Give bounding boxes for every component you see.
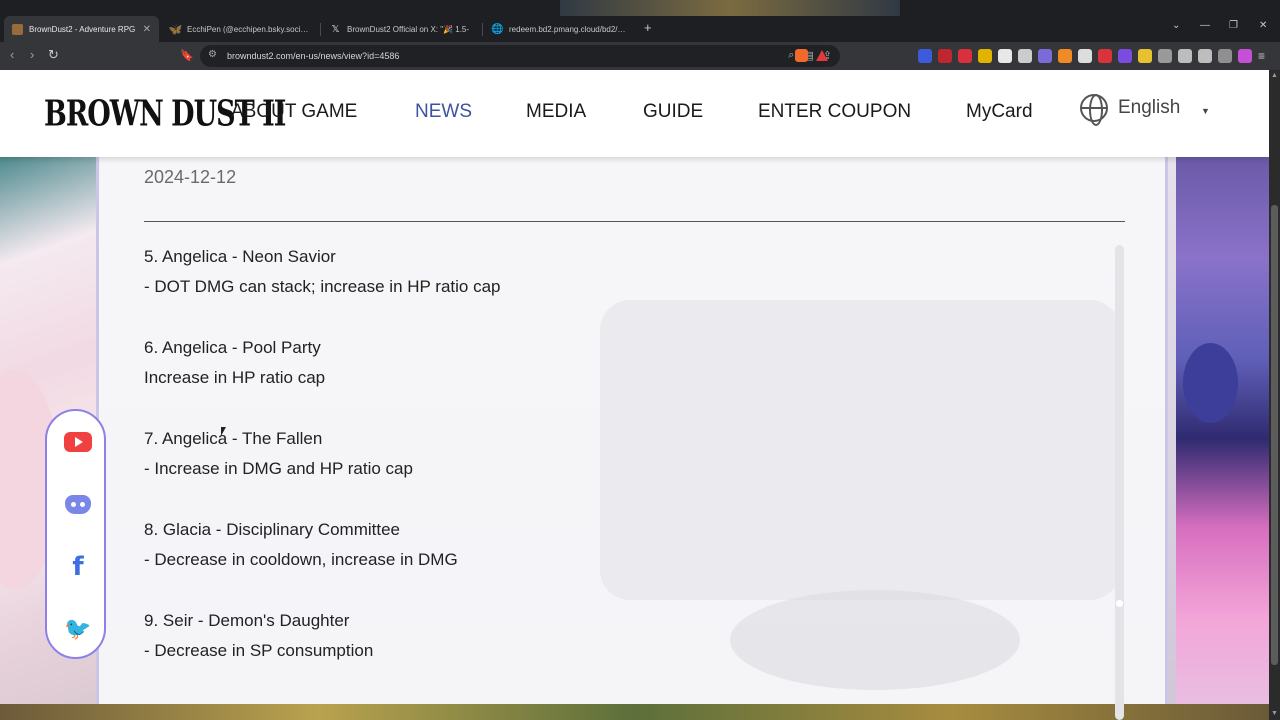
extension-icon[interactable] <box>1038 49 1052 63</box>
wallet-icon[interactable] <box>1198 49 1212 63</box>
background-art-right <box>1176 157 1269 720</box>
site-header: BROWN DUST II ABOUT GAME NEWS MEDIA GUID… <box>0 70 1269 157</box>
brave-rewards-icon[interactable] <box>816 50 828 61</box>
extension-icon[interactable] <box>1078 49 1092 63</box>
mouse-cursor-icon <box>221 427 226 436</box>
leo-icon[interactable] <box>1218 49 1232 63</box>
new-tab-button[interactable]: + <box>644 20 652 35</box>
youtube-link[interactable] <box>64 428 92 456</box>
tab-ecchipen[interactable]: 🦋 EcchiPen (@ecchipen.bsky.social) — <box>162 16 317 42</box>
article-line: 6. Angelica - Pool Party <box>144 338 321 357</box>
nav-about-game[interactable]: ABOUT GAME <box>231 101 357 123</box>
tab-title: redeem.bd2.pmang.cloud/bd2/inde <box>509 24 626 34</box>
extension-icon[interactable] <box>1098 49 1112 63</box>
article-line: - DOT DMG can stack; increase in HP rati… <box>144 277 501 296</box>
browser-tab-bar: BrownDust2 - Adventure RPG ✕ 🦋 EcchiPen … <box>0 0 1280 42</box>
tabbar-background-art <box>560 0 900 16</box>
article-line: 8. Glacia - Disciplinary Committee <box>144 520 401 539</box>
scroll-down-arrow-icon[interactable]: ▼ <box>1271 710 1278 717</box>
address-url[interactable]: browndust2.com/en-us/news/view?id=4586 <box>227 51 399 61</box>
page-viewport: BROWN DUST II ABOUT GAME NEWS MEDIA GUID… <box>0 70 1269 720</box>
profile-avatar-icon[interactable] <box>1238 49 1252 63</box>
globe-icon <box>1080 94 1108 126</box>
extension-icon[interactable] <box>1118 49 1132 63</box>
zoom-icon[interactable]: ⌕ <box>788 49 794 62</box>
extension-icon[interactable] <box>1058 49 1072 63</box>
minimize-icon[interactable]: — <box>1200 20 1210 31</box>
background-art-right-shape <box>1183 343 1238 423</box>
bookmark-icon[interactable]: 🔖 <box>180 49 194 62</box>
article-line: 9. Seir - Demon's Daughter <box>144 611 350 630</box>
extensions-row: ≡ <box>918 49 1265 63</box>
discord-icon <box>65 494 91 514</box>
extension-icon[interactable] <box>1018 49 1032 63</box>
nav-media[interactable]: MEDIA <box>526 101 586 123</box>
article-line: 7. Angelica - The Fallen <box>144 429 323 448</box>
reload-icon[interactable]: ↻ <box>48 47 59 63</box>
x-icon: 𝕏 <box>331 23 340 35</box>
facebook-link[interactable]: f <box>64 552 92 582</box>
extension-icon[interactable] <box>998 49 1012 63</box>
tab-browndust2[interactable]: BrownDust2 - Adventure RPG ✕ <box>4 16 159 42</box>
tab-redeem[interactable]: 🌐 redeem.bd2.pmang.cloud/bd2/inde <box>484 16 634 42</box>
window-close-icon[interactable]: ✕ <box>1259 20 1267 31</box>
youtube-icon <box>64 432 92 452</box>
sidebar-icon[interactable] <box>1178 49 1192 63</box>
article-scrollbar[interactable] <box>1115 245 1124 720</box>
twitter-link[interactable]: 🐦 <box>64 615 92 643</box>
extension-icon[interactable] <box>938 49 952 63</box>
article-line: - Decrease in cooldown, increase in DMG <box>144 550 458 569</box>
window-scrollbar-thumb[interactable] <box>1271 205 1278 665</box>
tab-separator <box>320 23 321 36</box>
discord-link[interactable] <box>64 490 92 518</box>
extension-icon[interactable] <box>978 49 992 63</box>
article-line: Increase in HP ratio cap <box>144 368 326 387</box>
divider <box>144 221 1125 222</box>
extension-icon[interactable] <box>958 49 972 63</box>
extension-icon[interactable] <box>918 49 932 63</box>
back-icon[interactable]: ‹ <box>10 47 14 62</box>
language-label: English <box>1118 97 1181 118</box>
site-logo[interactable]: BROWN DUST II <box>44 82 286 147</box>
social-links-bar: f 🐦 <box>45 409 106 659</box>
tab-title: BrownDust2 - Adventure RPG <box>29 24 136 34</box>
nav-news[interactable]: NEWS <box>415 101 472 123</box>
globe-icon: 🌐 <box>491 23 504 35</box>
restore-icon[interactable]: ❐ <box>1229 20 1238 31</box>
menu-icon[interactable]: ≡ <box>1258 49 1265 63</box>
address-bar[interactable]: ⚙ browndust2.com/en-us/news/view?id=4586… <box>200 45 840 67</box>
tab-title: EcchiPen (@ecchipen.bsky.social) — <box>187 24 309 34</box>
forward-icon[interactable]: › <box>30 47 34 62</box>
tab-search-icon[interactable]: ⌄ <box>1172 20 1180 31</box>
browser-toolbar: ‹ › ↻ 🔖 ⚙ browndust2.com/en-us/news/view… <box>0 42 1280 70</box>
caret-down-icon[interactable]: ▼ <box>1201 106 1210 116</box>
language-selector[interactable]: English <box>1080 94 1181 126</box>
tab-title: BrownDust2 Official on X: "🎉 1.5- <box>347 24 470 34</box>
nav-guide[interactable]: GUIDE <box>643 101 703 123</box>
background-art-bottom <box>0 704 1269 720</box>
panel-background-shape <box>600 300 1120 600</box>
article-line: - Decrease in SP consumption <box>144 641 374 660</box>
facebook-icon: f <box>72 552 84 582</box>
nav-enter-coupon[interactable]: ENTER COUPON <box>758 101 911 123</box>
article-line: 5. Angelica - Neon Savior <box>144 247 336 266</box>
nav-mycard[interactable]: MyCard <box>966 101 1033 123</box>
twitter-icon: 🐦 <box>64 616 92 641</box>
browndust-favicon <box>12 23 23 35</box>
tab-browndust2-x[interactable]: 𝕏 BrownDust2 Official on X: "🎉 1.5- <box>322 16 482 42</box>
close-icon[interactable]: ✕ <box>143 24 151 35</box>
extension-icon[interactable] <box>1138 49 1152 63</box>
tab-separator <box>482 23 483 36</box>
extensions-puzzle-icon[interactable] <box>1158 49 1172 63</box>
bluesky-icon: 🦋 <box>168 23 183 36</box>
brave-shield-icon[interactable] <box>795 49 808 62</box>
scroll-up-arrow-icon[interactable]: ▲ <box>1271 72 1278 79</box>
article-scrollbar-thumb[interactable] <box>1116 600 1123 607</box>
panel-background-shape <box>730 590 1020 690</box>
article-line: - Increase in DMG and HP ratio cap <box>144 459 413 478</box>
site-info-icon[interactable]: ⚙ <box>208 49 217 60</box>
post-date: 2024-12-12 <box>144 167 237 187</box>
